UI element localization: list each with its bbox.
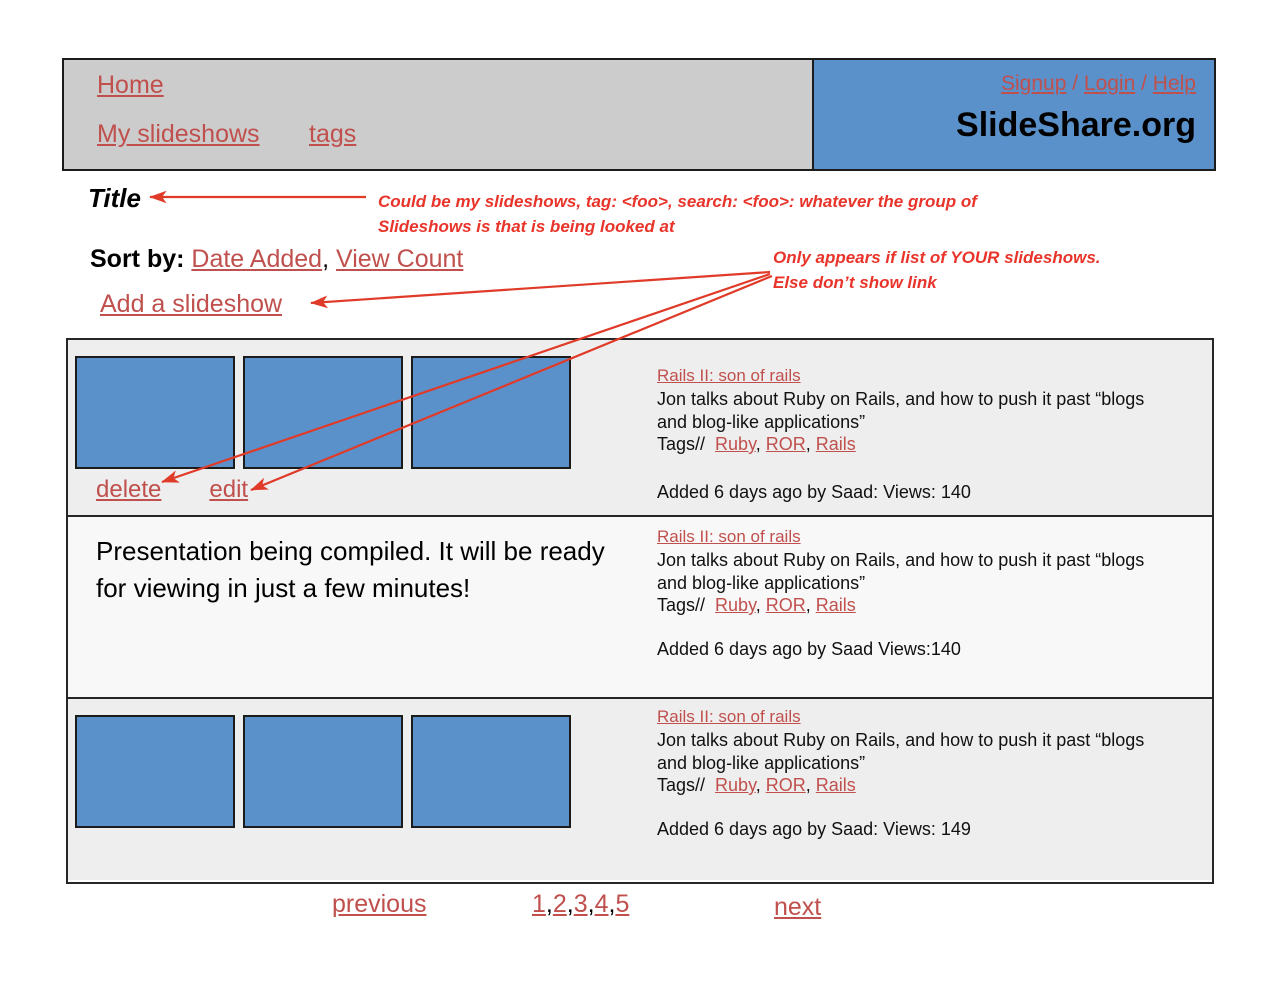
login-link[interactable]: Login [1084, 72, 1135, 95]
result-description: Jon talks about Ruby on Rails, and how t… [657, 389, 1145, 432]
tag-link-ror[interactable]: ROR [766, 775, 806, 795]
header-nav-panel: Home My slideshows tags [64, 60, 814, 169]
result-compiling-cell: Presentation being compiled. It will be … [68, 517, 657, 697]
sort-option-date-added[interactable]: Date Added [191, 245, 322, 273]
result-tags: Tags// Ruby, ROR, Rails [657, 775, 856, 795]
thumbnail-strip [75, 715, 571, 828]
slide-thumbnail[interactable] [411, 715, 571, 828]
arrow-to-add-slideshow [310, 270, 771, 309]
tag-link-rails[interactable]: Rails [816, 775, 856, 795]
tag-link-ruby[interactable]: Ruby [715, 434, 756, 454]
result-details-cell: Rails II: son of rails Jon talks about R… [657, 517, 1212, 697]
result-details-cell: Rails II: son of rails Jon talks about R… [657, 340, 1212, 515]
slide-thumbnail[interactable] [75, 715, 235, 828]
auth-separator-2: / [1135, 72, 1153, 95]
pagination-page-1[interactable]: 1 [532, 890, 546, 918]
tags-label: Tags// [657, 775, 706, 795]
tags-label: Tags// [657, 595, 706, 615]
pagination-pages: 1,2,3,4,5 [532, 890, 629, 919]
header-brand-panel: Signup / Login / Help SlideShare.org [814, 60, 1214, 169]
signup-link[interactable]: Signup [1001, 72, 1066, 95]
site-header: Home My slideshows tags Signup / Login /… [62, 58, 1216, 171]
pagination-previous[interactable]: previous [332, 890, 427, 919]
slide-thumbnail[interactable] [75, 356, 235, 469]
auth-separator-1: / [1066, 72, 1084, 95]
pagination-page-2[interactable]: 2 [553, 890, 567, 918]
auth-links: Signup / Login / Help [1001, 72, 1196, 96]
pagination-page-3[interactable]: 3 [574, 890, 588, 918]
result-title-link[interactable]: Rails II: son of rails [657, 707, 801, 727]
result-description: Jon talks about Ruby on Rails, and how t… [657, 550, 1145, 593]
help-link[interactable]: Help [1153, 72, 1196, 95]
result-meta: Added 6 days ago by Saad Views:140 [657, 639, 961, 659]
pagination-page-4[interactable]: 4 [595, 890, 609, 918]
result-description: Jon talks about Ruby on Rails, and how t… [657, 730, 1145, 773]
tag-link-ruby[interactable]: Ruby [715, 775, 756, 795]
pagination-sep-2: , [566, 890, 574, 918]
mockup-canvas: Home My slideshows tags Signup / Login /… [0, 0, 1280, 989]
pagination: previous 1,2,3,4,5 next [66, 888, 1214, 938]
annotation-only-yours-note: Only appears if list of YOUR slideshows.… [773, 248, 1101, 292]
nav-link-tags[interactable]: tags [309, 120, 356, 149]
result-meta: Added 6 days ago by Saad: Views: 149 [657, 819, 971, 839]
tag-link-ror[interactable]: ROR [766, 434, 806, 454]
site-logo-text: SlideShare.org [956, 106, 1196, 144]
delete-link[interactable]: delete [96, 476, 161, 503]
result-tags: Tags// Ruby, ROR, Rails [657, 434, 856, 454]
slide-thumbnail[interactable] [243, 715, 403, 828]
result-details-cell: Rails II: son of rails Jon talks about R… [657, 699, 1212, 880]
add-slideshow-link[interactable]: Add a slideshow [100, 290, 282, 319]
tags-label: Tags// [657, 434, 706, 454]
slide-thumbnail[interactable] [411, 356, 571, 469]
result-title-link[interactable]: Rails II: son of rails [657, 527, 801, 547]
sort-by-label: Sort by: [90, 245, 185, 273]
thumbnail-strip [75, 356, 571, 469]
slide-thumbnail[interactable] [243, 356, 403, 469]
edit-link[interactable]: edit [209, 476, 248, 503]
compiling-message: Presentation being compiled. It will be … [96, 536, 605, 603]
nav-link-home[interactable]: Home [97, 71, 164, 100]
result-meta: Added 6 days ago by Saad: Views: 140 [657, 482, 971, 502]
pagination-sep-3: , [587, 890, 595, 918]
tag-link-ror[interactable]: ROR [766, 595, 806, 615]
result-actions: delete edit [96, 476, 248, 504]
pagination-sep-1: , [545, 890, 553, 918]
table-row[interactable]: Presentation being compiled. It will be … [68, 517, 1212, 699]
result-thumbnails-cell: delete edit [68, 340, 657, 515]
annotation-title-note: Could be my slideshows, tag: <foo>, sear… [378, 192, 977, 236]
result-title-link[interactable]: Rails II: son of rails [657, 366, 801, 386]
table-row[interactable]: delete edit Rails II: son of rails Jon ta… [68, 340, 1212, 517]
page-title: Title [88, 183, 141, 213]
tag-link-rails[interactable]: Rails [816, 434, 856, 454]
table-row[interactable]: Rails II: son of rails Jon talks about R… [68, 699, 1212, 880]
sort-separator: , [322, 245, 336, 273]
result-thumbnails-cell [68, 699, 657, 880]
tag-link-ruby[interactable]: Ruby [715, 595, 756, 615]
pagination-page-5[interactable]: 5 [615, 890, 629, 918]
result-tags: Tags// Ruby, ROR, Rails [657, 595, 856, 615]
sort-by-row: Sort by: Date Added, View Count [90, 245, 463, 274]
sort-option-view-count[interactable]: View Count [336, 245, 463, 273]
slideshow-results-list: delete edit Rails II: son of rails Jon ta… [66, 338, 1214, 884]
nav-link-my-slideshows[interactable]: My slideshows [97, 120, 260, 149]
pagination-next[interactable]: next [774, 893, 821, 922]
tag-link-rails[interactable]: Rails [816, 595, 856, 615]
